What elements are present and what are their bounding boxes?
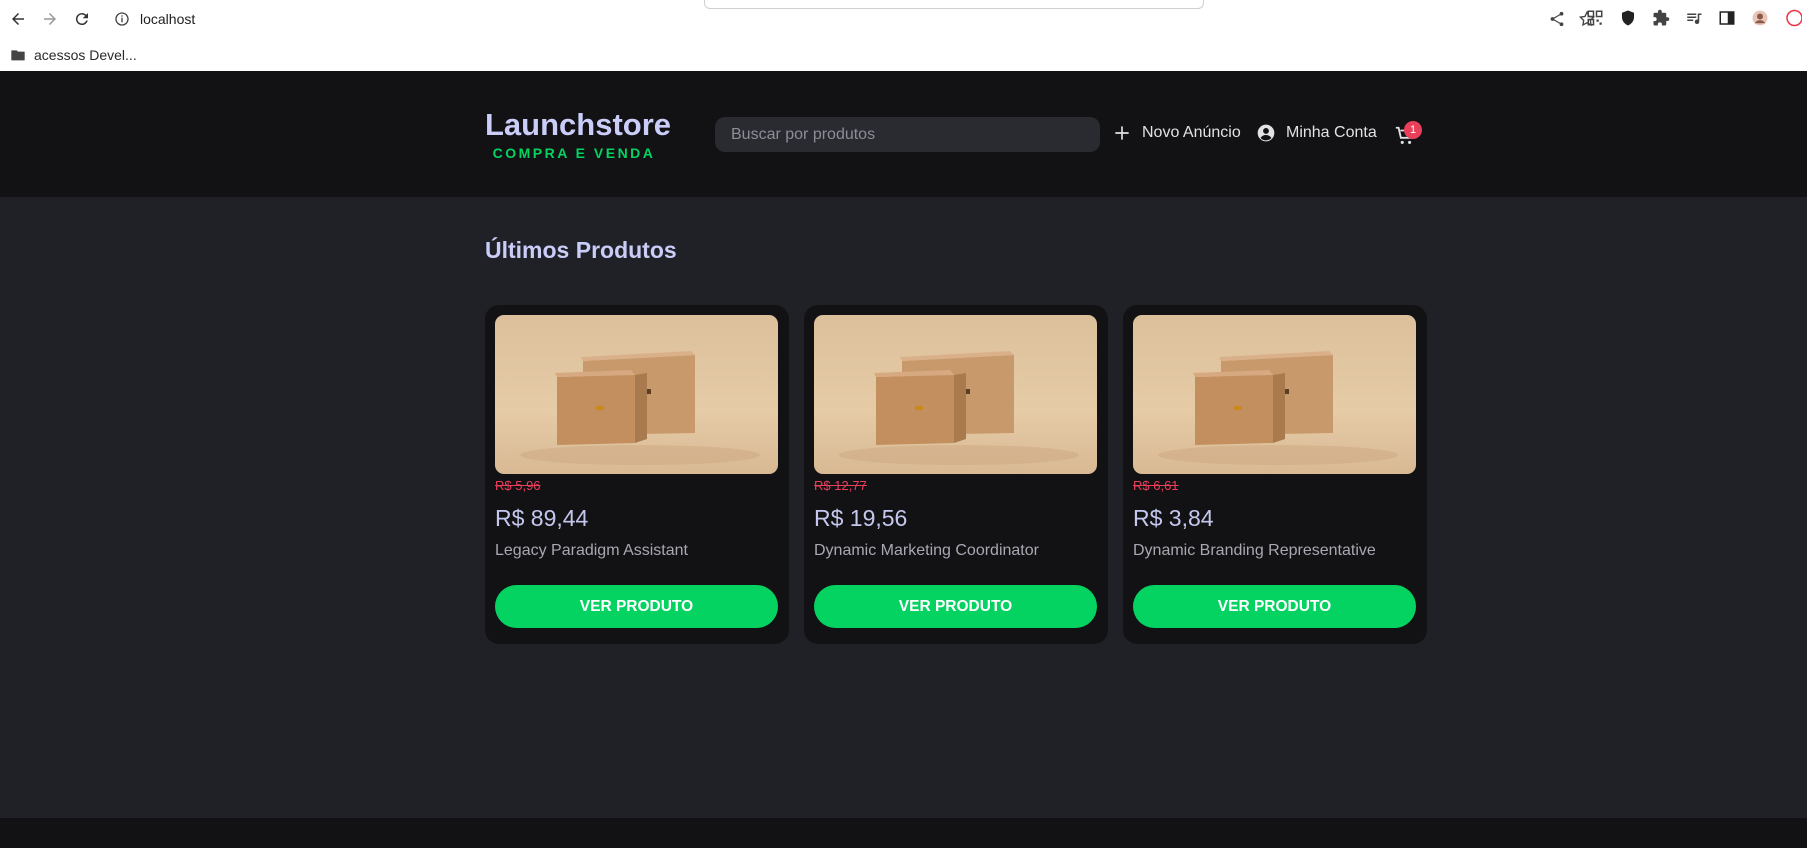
- browser-toolbar: localhost: [0, 0, 1807, 38]
- back-button[interactable]: [4, 5, 32, 33]
- account-link[interactable]: Minha Conta: [1256, 123, 1377, 143]
- avatar-icon: [1752, 10, 1768, 26]
- logo-title: Launchstore: [485, 107, 672, 142]
- view-product-button[interactable]: VER PRODUTO: [495, 585, 778, 628]
- reload-icon: [75, 13, 88, 26]
- product-card: R$ 5,96 R$ 89,44 Legacy Paradigm Assista…: [485, 305, 789, 644]
- profile-avatar[interactable]: [1750, 8, 1770, 28]
- site-footer: [0, 818, 1807, 848]
- logo-subtitle: COMPRA E VENDA: [492, 145, 656, 161]
- product-name: Dynamic Branding Representative: [1133, 542, 1376, 559]
- extension-puzzle[interactable]: [1651, 8, 1671, 28]
- product-name: Dynamic Marketing Coordinator: [814, 542, 1039, 559]
- extension-shield[interactable]: [1618, 8, 1638, 28]
- bookmark-label: acessos Devel...: [34, 46, 137, 63]
- extension-qr[interactable]: [1585, 8, 1605, 28]
- product-box-image: [520, 351, 760, 465]
- product-name: Legacy Paradigm Assistant: [495, 542, 688, 559]
- address-bar[interactable]: localhost: [108, 5, 1600, 33]
- product-list: R$ 5,96 R$ 89,44 Legacy Paradigm Assista…: [485, 305, 1427, 644]
- cart-count-badge: 1: [1404, 121, 1422, 139]
- folder-icon: [11, 49, 25, 60]
- account-ring-icon: [1786, 9, 1802, 27]
- product-image[interactable]: [814, 315, 1097, 474]
- forward-button[interactable]: [36, 5, 64, 33]
- price: R$ 89,44: [495, 505, 589, 531]
- old-price: R$ 5,96: [495, 478, 541, 493]
- search-input[interactable]: [715, 117, 1100, 152]
- product-card: R$ 12,77 R$ 19,56 Dynamic Marketing Coor…: [804, 305, 1108, 644]
- cart-button[interactable]: 1: [1394, 121, 1424, 147]
- account-circle-icon: [1257, 124, 1275, 142]
- extensions-area: [1585, 8, 1807, 28]
- price: R$ 3,84: [1133, 505, 1214, 531]
- url-text: localhost: [140, 11, 196, 27]
- bookmark-folder[interactable]: acessos Devel...: [10, 47, 137, 63]
- bookmarks-bar: acessos Devel...: [0, 38, 1807, 71]
- new-listing-label: Novo Anúncio: [1142, 124, 1241, 141]
- view-product-button[interactable]: VER PRODUTO: [814, 585, 1097, 628]
- media-list-icon: [1687, 13, 1702, 25]
- side-panel-icon: [1719, 11, 1735, 25]
- logo[interactable]: Launchstore COMPRA E VENDA: [485, 107, 672, 162]
- site-header: Launchstore COMPRA E VENDA Novo Anúncio …: [0, 71, 1807, 197]
- share-icon[interactable]: [1548, 10, 1566, 28]
- old-price: R$ 12,77: [814, 478, 867, 493]
- extension-media[interactable]: [1684, 8, 1704, 28]
- side-panel-toggle[interactable]: [1717, 8, 1737, 28]
- price: R$ 19,56: [814, 505, 908, 531]
- product-box-image: [1158, 351, 1398, 465]
- arrow-right-icon: [44, 13, 56, 25]
- old-price: R$ 6,61: [1133, 478, 1179, 493]
- product-image[interactable]: [495, 315, 778, 474]
- puzzle-icon: [1653, 9, 1670, 26]
- menu-partial[interactable]: [1783, 8, 1803, 28]
- qr-code-icon: [1587, 10, 1603, 26]
- reload-button[interactable]: [68, 5, 96, 33]
- product-box-image: [839, 351, 1079, 465]
- account-label: Minha Conta: [1286, 124, 1377, 141]
- view-product-button[interactable]: VER PRODUTO: [1133, 585, 1416, 628]
- plus-icon: [1115, 126, 1129, 140]
- product-card: R$ 6,61 R$ 3,84 Dynamic Branding Represe…: [1123, 305, 1427, 644]
- new-listing-link[interactable]: Novo Anúncio: [1112, 123, 1241, 143]
- shield-icon: [1622, 10, 1634, 26]
- info-icon[interactable]: [114, 11, 130, 27]
- product-image[interactable]: [1133, 315, 1416, 474]
- arrow-left-icon: [12, 13, 24, 25]
- section-title: Últimos Produtos: [485, 237, 677, 263]
- popup-edge: [704, 0, 1204, 9]
